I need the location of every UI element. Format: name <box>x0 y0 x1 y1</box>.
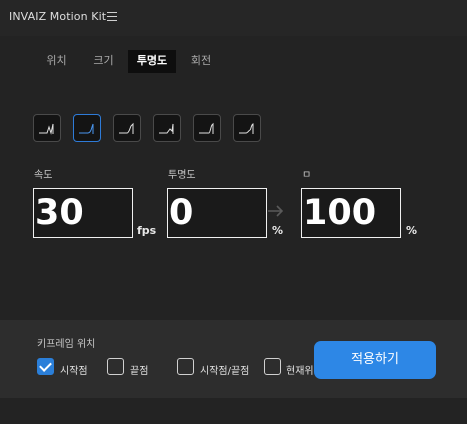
easing-preset-1[interactable] <box>33 114 61 142</box>
start-point-label[interactable]: 시작점 <box>60 362 88 377</box>
tab-scale[interactable]: 크기 <box>84 50 123 73</box>
apply-button[interactable]: 적용하기 <box>315 342 435 378</box>
current-position-label[interactable]: 현재위 <box>286 362 314 377</box>
opacity-end-label: ㅁ <box>302 170 312 181</box>
opacity-start-input[interactable]: 0 <box>167 188 267 238</box>
start-end-point-checkbox[interactable] <box>177 358 194 375</box>
keyframe-position-label: 키프레임 위치 <box>37 339 96 350</box>
ease-curve-icon <box>199 122 214 134</box>
opacity-start-label: 투명도 <box>168 170 196 181</box>
opacity-end-unit: % <box>406 224 418 237</box>
title-bar: INVAIZ Motion Kit <box>0 0 467 36</box>
start-end-point-label[interactable]: 시작점/끝점 <box>200 362 249 377</box>
hamburger-menu-icon[interactable] <box>107 12 117 21</box>
easing-preset-5[interactable] <box>193 114 221 142</box>
opacity-end-input[interactable]: 100 <box>301 188 401 238</box>
easing-preset-4[interactable] <box>153 114 181 142</box>
easing-preset-6[interactable] <box>233 114 261 142</box>
speed-unit: fps <box>137 224 157 237</box>
easing-preset-2[interactable] <box>73 114 101 142</box>
footer <box>0 398 467 424</box>
speed-input[interactable]: 30 <box>33 188 133 238</box>
ease-curve-icon <box>119 122 134 134</box>
tab-rotation[interactable]: 회전 <box>181 50 221 73</box>
tab-position[interactable]: 위치 <box>37 50 76 73</box>
easing-preset-3[interactable] <box>113 114 141 142</box>
ease-curve-icon <box>79 123 94 134</box>
tab-opacity[interactable]: 투명도 <box>128 50 176 73</box>
end-point-label[interactable]: 끝점 <box>130 362 148 377</box>
ease-curve-icon <box>159 123 174 134</box>
speed-label: 속도 <box>34 170 53 181</box>
current-position-checkbox[interactable] <box>264 358 281 375</box>
start-point-checkbox[interactable] <box>37 358 54 375</box>
end-point-checkbox[interactable] <box>107 358 124 375</box>
arrow-right-icon <box>268 205 284 217</box>
ease-curve-icon <box>239 123 254 134</box>
opacity-start-unit: % <box>272 224 284 237</box>
app-title: INVAIZ Motion Kit <box>9 10 107 23</box>
ease-curve-icon <box>39 123 54 135</box>
